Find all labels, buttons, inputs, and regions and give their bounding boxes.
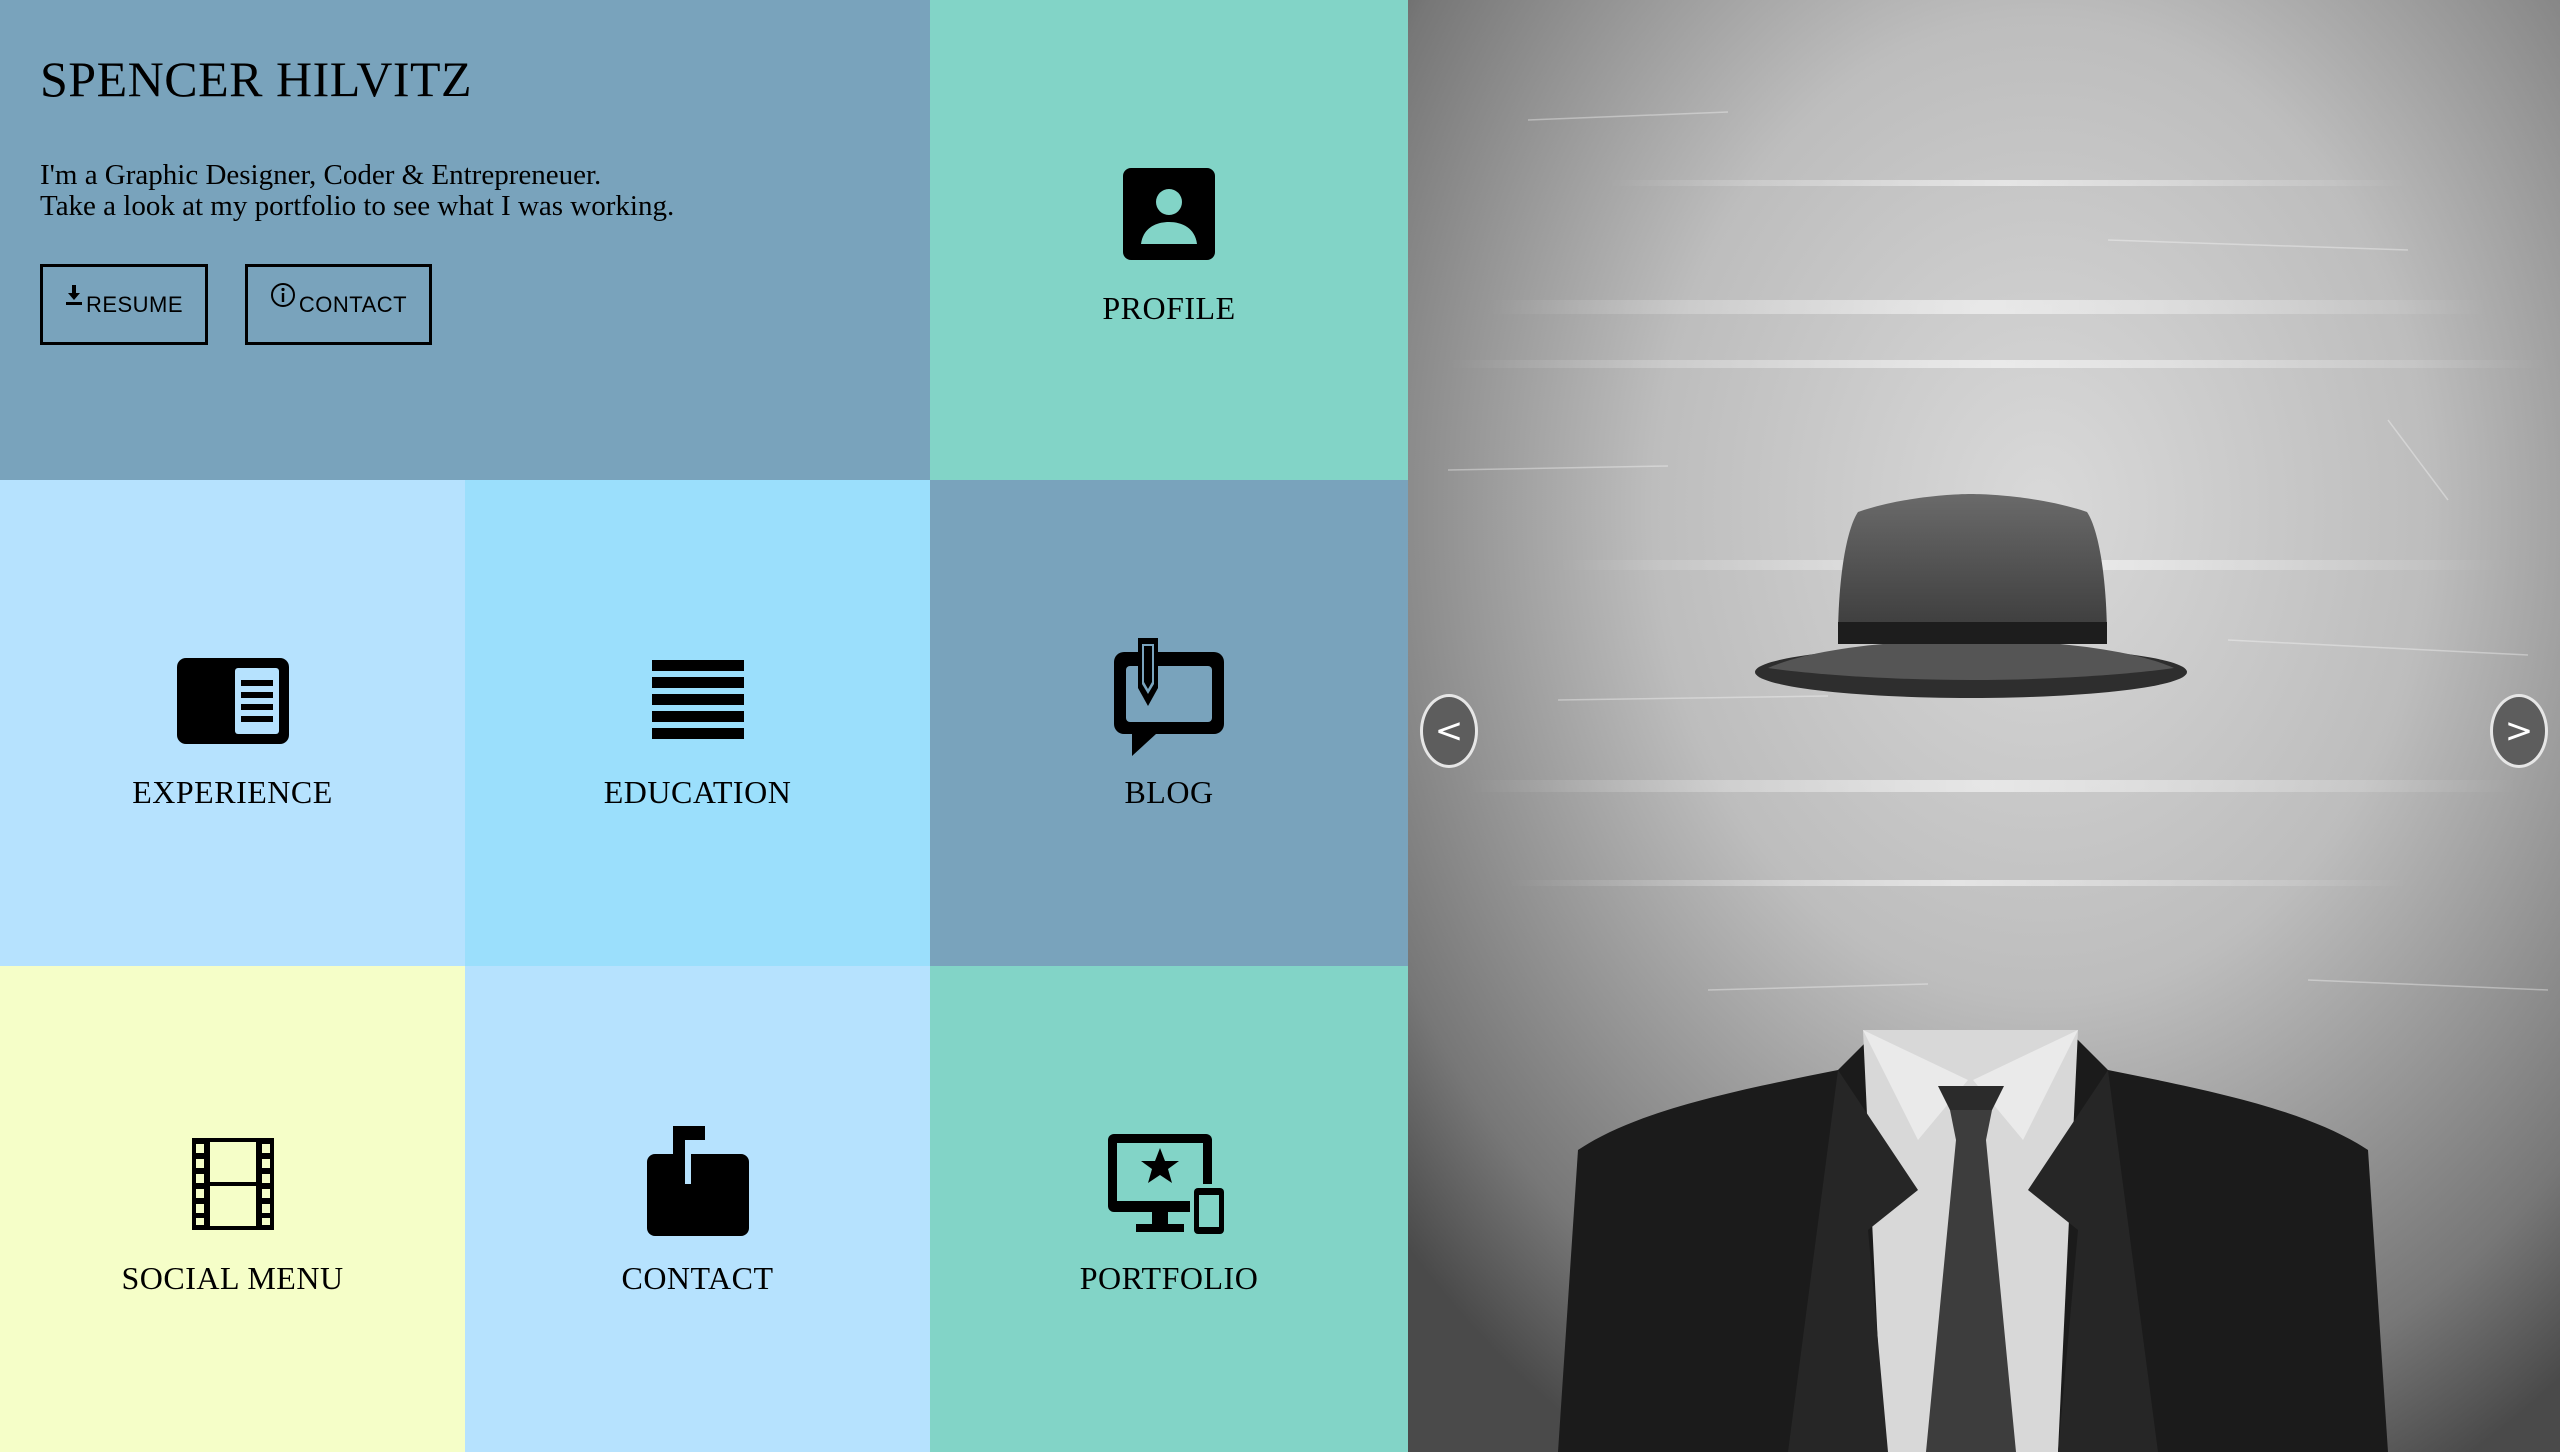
tile-contact-label: CONTACT [621, 1260, 774, 1296]
contact-button-label: CONTACT [298, 291, 408, 317]
slider-next-button[interactable]: > [2490, 694, 2548, 768]
devices-star-icon [1108, 1134, 1230, 1241]
contact-button[interactable]: CONTACT [245, 264, 432, 345]
tile-education[interactable]: EDUCATION [465, 480, 930, 966]
tile-contact[interactable]: CONTACT [465, 966, 930, 1452]
tile-portfolio[interactable]: PORTFOLIO [930, 966, 1408, 1452]
tagline-line-2: Take a look at my portfolio to see what … [40, 190, 675, 222]
tile-portfolio-label: PORTFOLIO [1079, 1260, 1259, 1296]
tagline: I'm a Graphic Designer, Coder & Entrepre… [40, 160, 674, 222]
tile-education-label: EDUCATION [603, 774, 792, 810]
chat-pen-icon [1112, 638, 1226, 765]
hero-slider: < > [1408, 0, 2560, 1452]
resume-button-label: RESUME [85, 291, 184, 317]
tile-profile[interactable]: PROFILE [930, 0, 1408, 480]
info-icon [270, 282, 296, 314]
headless-suit-photo [1408, 0, 2560, 1452]
intro-panel: SPENCER HILVITZ I'm a Graphic Designer, … [0, 0, 930, 480]
mailbox-icon [646, 1126, 749, 1241]
tagline-line-1: I'm a Graphic Designer, Coder & Entrepre… [40, 159, 602, 191]
site-title: SPENCER HILVITZ [40, 51, 473, 107]
newspaper-icon [176, 658, 289, 749]
tile-social-menu-label: SOCIAL MENU [121, 1260, 344, 1296]
download-icon [65, 284, 83, 311]
slider-prev-button[interactable]: < [1420, 694, 1478, 768]
tile-profile-label: PROFILE [1102, 290, 1236, 326]
tile-experience[interactable]: EXPERIENCE [0, 480, 465, 966]
lines-icon [651, 660, 744, 745]
user-card-icon [1123, 168, 1215, 265]
tile-blog[interactable]: BLOG [930, 480, 1408, 966]
tile-social-menu[interactable]: SOCIAL MENU [0, 966, 465, 1452]
tile-experience-label: EXPERIENCE [132, 774, 333, 810]
resume-button[interactable]: RESUME [40, 264, 208, 345]
tile-blog-label: BLOG [1124, 774, 1214, 810]
film-icon [191, 1138, 274, 1235]
